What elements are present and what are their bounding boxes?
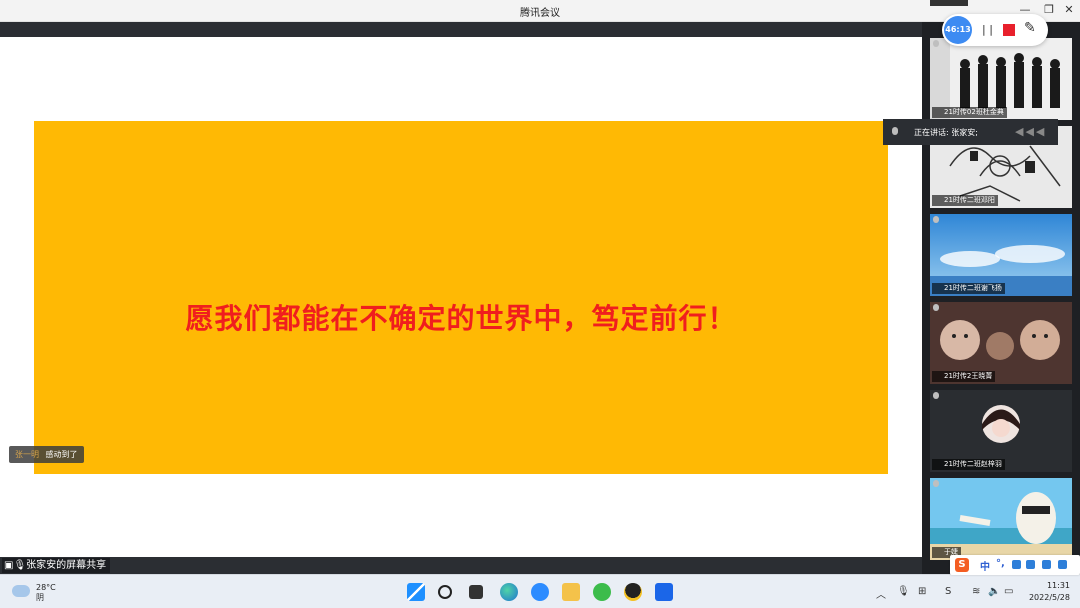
- notification-message: 感动到了: [45, 450, 78, 459]
- shared-screen: 愿我们都能在不确定的世界中，笃定前行！ 张一明 感动到了: [0, 37, 922, 557]
- wifi-icon[interactable]: ≋: [972, 586, 980, 597]
- participant-tile[interactable]: 21时传02班杜金典: [930, 38, 1072, 120]
- participant-tile[interactable]: 于婕: [930, 478, 1072, 560]
- mic-icon: [933, 304, 939, 311]
- notification-sender: 张一明: [15, 450, 39, 459]
- speaking-label: 正在讲话: 张家安;: [914, 128, 978, 137]
- cloud-icon: [12, 585, 30, 597]
- ime-skin-icon[interactable]: [1042, 560, 1051, 569]
- speaking-indicator: 正在讲话: 张家安; ◀◀◀: [883, 119, 1058, 145]
- zoom-icon[interactable]: [531, 583, 549, 601]
- start-icon[interactable]: [407, 583, 425, 601]
- chevron-up-icon[interactable]: ︿: [876, 586, 886, 601]
- close-button[interactable]: ✕: [1060, 2, 1078, 18]
- participant-name: 21时传02班杜金典: [932, 107, 1007, 118]
- screen-mic-icon: ▣🎙: [4, 560, 27, 571]
- participant-panel: 21时传02班杜金典 21时传二班邓阳 21时传二班谢飞扬 21时传2王晓菁 2…: [922, 22, 1080, 574]
- annotate-pen-icon[interactable]: ✎: [1024, 20, 1036, 36]
- system-clock[interactable]: 11:31 2022/5/28: [1024, 580, 1070, 604]
- clock-date: 2022/5/28: [1028, 593, 1070, 602]
- slide: 愿我们都能在不确定的世界中，笃定前行！: [34, 121, 888, 474]
- pause-recording-button[interactable]: | |: [982, 23, 993, 36]
- stop-recording-button[interactable]: [1003, 24, 1015, 36]
- screen: 腾讯会议 — ❐ ✕ 愿我们都能在不确定的世界中，笃定前行！ 张一明 感动到了 …: [0, 0, 1080, 608]
- arrow-icons[interactable]: ◀◀◀: [1015, 125, 1046, 138]
- mic-icon: [933, 40, 939, 47]
- restore-button[interactable]: ❐: [1040, 2, 1058, 18]
- ime-tools-icon[interactable]: [1058, 560, 1067, 569]
- screen-share-bar: ▣🎙张家安的屏幕共享: [0, 557, 922, 574]
- ime-mode-icon[interactable]: ⊞: [918, 586, 926, 597]
- taskbar: 28°C 阴 ︿ 🎙 ⊞ S ≋ 🔈 ▭ 11:31 2022/5/28: [0, 574, 1080, 608]
- window-title: 腾讯会议: [520, 8, 560, 19]
- participant-name: 21时传二班谢飞扬: [932, 283, 1005, 294]
- edge-icon[interactable]: [500, 583, 518, 601]
- ime-voice-icon[interactable]: [1012, 560, 1021, 569]
- participant-name: 21时传2王晓菁: [932, 371, 996, 382]
- ime-language[interactable]: 中: [980, 558, 990, 573]
- title-bar: 腾讯会议 — ❐ ✕: [0, 0, 1080, 22]
- chat-notification[interactable]: 张一明 感动到了: [9, 446, 84, 463]
- screen-share-label[interactable]: ▣🎙张家安的屏幕共享: [2, 558, 111, 573]
- recording-timer: 46:13: [944, 16, 972, 44]
- sogou-tray-icon[interactable]: S: [945, 586, 951, 597]
- sogou-logo-icon: S: [955, 558, 969, 572]
- participant-tile[interactable]: 21时传2王晓菁: [930, 302, 1072, 384]
- clock-time: 11:31: [1046, 581, 1070, 590]
- participant-name: 21时传二班赵梓羽: [932, 459, 1005, 470]
- tencent-meeting-icon[interactable]: [655, 583, 673, 601]
- participant-tile[interactable]: 21时传二班谢飞扬: [930, 214, 1072, 296]
- participant-name: 21时传二班邓阳: [932, 195, 998, 206]
- mic-icon: [933, 392, 939, 399]
- task-view-icon[interactable]: [469, 585, 483, 599]
- volume-icon[interactable]: 🔈: [988, 586, 1000, 597]
- mic-icon: [933, 216, 939, 223]
- ime-punct[interactable]: °,: [996, 558, 1005, 569]
- ime-keyboard-icon[interactable]: [1026, 560, 1035, 569]
- microphone-icon[interactable]: 🎙: [897, 586, 910, 597]
- mic-icon: [933, 480, 939, 487]
- weather-temp: 28°C: [36, 583, 56, 592]
- screen-share-text: 张家安的屏幕共享: [26, 560, 107, 571]
- recording-controls: 46:13 | | ✎: [942, 14, 1048, 46]
- slide-text: 愿我们都能在不确定的世界中，笃定前行！: [185, 302, 737, 335]
- file-explorer-icon[interactable]: [562, 583, 580, 601]
- weather-desc: 阴: [36, 593, 44, 602]
- wechat-icon[interactable]: [593, 583, 611, 601]
- participant-tile[interactable]: 21时传二班赵梓羽: [930, 390, 1072, 472]
- search-icon[interactable]: [438, 585, 452, 599]
- recording-indicator-tab: [930, 0, 968, 6]
- sogou-ime-toolbar[interactable]: S 中 °,: [950, 555, 1080, 575]
- battery-icon[interactable]: ▭: [1004, 586, 1013, 597]
- qq-icon[interactable]: [624, 583, 642, 601]
- mic-icon: [892, 127, 898, 135]
- toolbar-strip: [0, 22, 922, 37]
